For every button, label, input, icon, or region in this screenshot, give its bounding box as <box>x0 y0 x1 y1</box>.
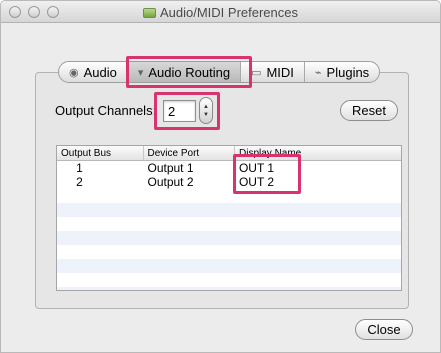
display-name-cell[interactable]: OUT 1 <box>235 161 401 175</box>
display-name-cell[interactable]: OUT 2 <box>235 175 401 189</box>
close-button[interactable]: Close <box>355 319 413 340</box>
tab-plugins[interactable]: ⌁ Plugins <box>305 62 379 82</box>
empty-row <box>57 245 401 259</box>
reset-button[interactable]: Reset <box>340 100 398 121</box>
empty-row <box>57 259 401 273</box>
output-channels-field[interactable]: 2 <box>163 100 196 122</box>
output-channels-label: Output Channels: <box>55 103 157 118</box>
device-port-cell: Output 1 <box>147 161 194 175</box>
routing-icon: ▾ <box>137 66 144 79</box>
empty-row <box>57 287 401 290</box>
tab-audio-routing-label: Audio Routing <box>148 64 231 80</box>
plugin-icon: ⌁ <box>314 66 322 79</box>
stepper-down-icon[interactable]: ▼ <box>203 111 209 119</box>
tab-midi[interactable]: ▭ MIDI <box>241 62 305 82</box>
device-port-cell: Output 2 <box>147 175 194 189</box>
speaker-icon: ◉ <box>69 66 79 79</box>
empty-row <box>57 217 401 231</box>
output-bus-cell: 1 <box>76 161 83 175</box>
tab-audio-routing[interactable]: ▾ Audio Routing <box>127 62 242 82</box>
tab-midi-label: MIDI <box>266 64 294 80</box>
tab-audio-label: Audio <box>83 64 117 80</box>
tab-audio[interactable]: ◉ Audio <box>59 62 128 82</box>
output-bus-cell: 2 <box>76 175 83 189</box>
table-header: Output Bus Device Port Display Name <box>57 146 401 161</box>
preferences-window: Audio/MIDI Preferences ◉ Audio ▾ Audio R… <box>0 0 441 353</box>
stepper-up-icon[interactable]: ▲ <box>203 103 209 111</box>
app-icon <box>142 8 156 18</box>
tab-plugins-label: Plugins <box>326 64 370 80</box>
empty-row <box>57 203 401 217</box>
column-header-display-name[interactable]: Display Name <box>235 146 401 160</box>
table-row[interactable]: 1 Output 1 OUT 1 <box>57 161 401 175</box>
empty-row <box>57 231 401 245</box>
column-header-output-bus[interactable]: Output Bus <box>57 146 144 160</box>
output-channels-stepper[interactable]: ▲ ▼ <box>199 97 213 124</box>
title-bar: Audio/MIDI Preferences <box>1 1 440 23</box>
table-row[interactable]: 2 Output 2 OUT 2 <box>57 175 401 189</box>
window-title: Audio/MIDI Preferences <box>159 5 298 20</box>
column-header-device-port[interactable]: Device Port <box>144 146 235 160</box>
empty-row <box>57 189 401 203</box>
tab-bar: ◉ Audio ▾ Audio Routing ▭ MIDI ⌁ Plugins <box>58 61 381 83</box>
empty-row <box>57 273 401 287</box>
window-title-area: Audio/MIDI Preferences <box>1 5 440 20</box>
routing-table: Output Bus Device Port Display Name 1 Ou… <box>56 145 402 291</box>
midi-icon: ▭ <box>251 66 262 79</box>
